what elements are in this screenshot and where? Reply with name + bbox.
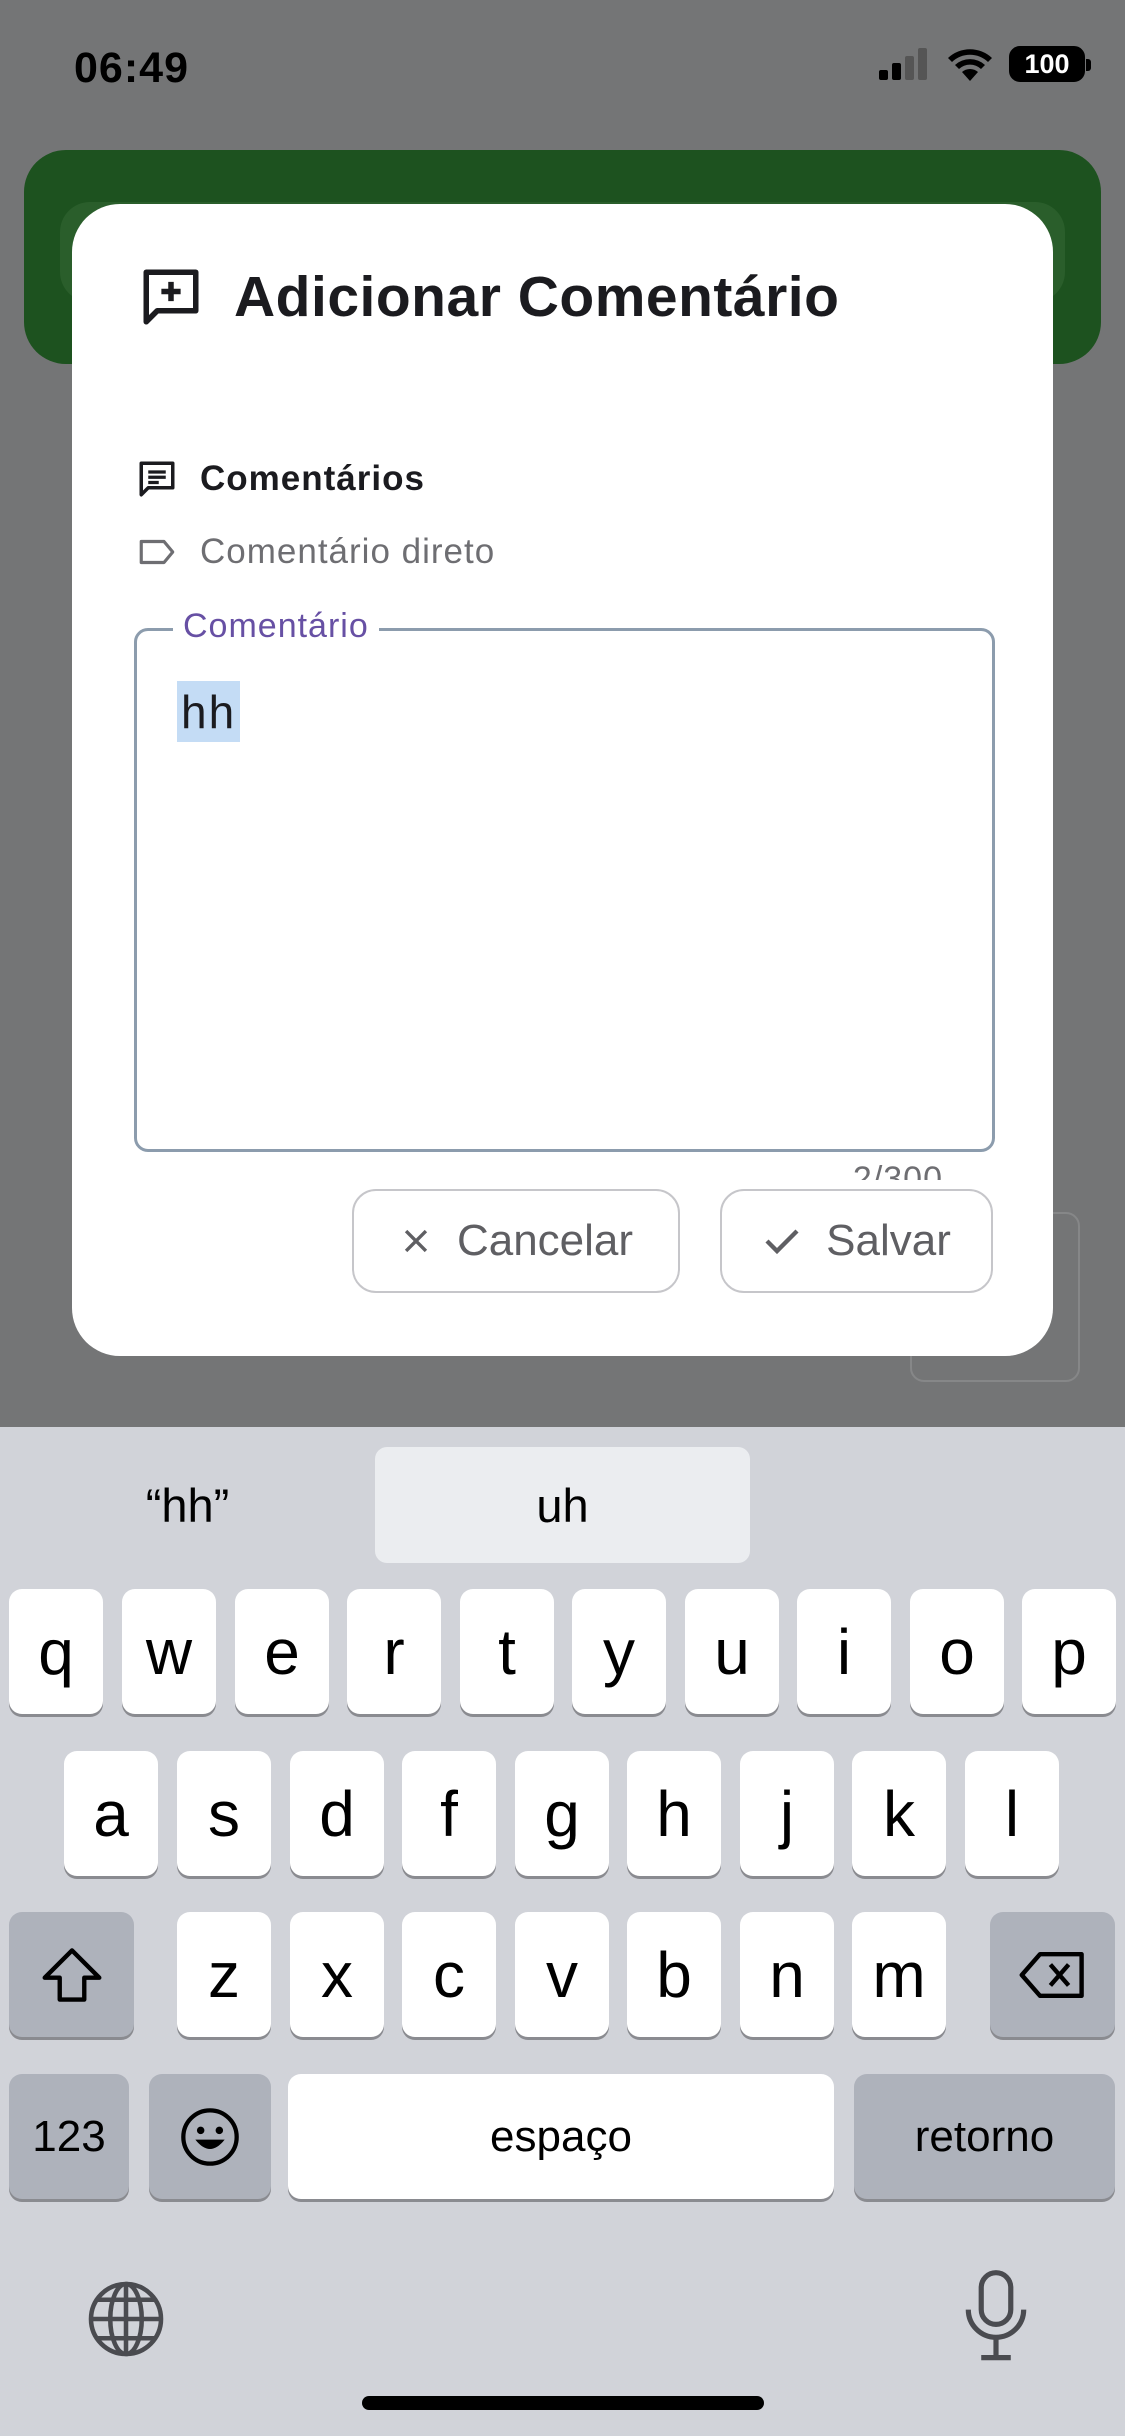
shift-key[interactable]	[9, 1912, 134, 2037]
comment-list-icon	[139, 461, 175, 497]
key-a[interactable]: a	[64, 1751, 158, 1876]
suggestion-2[interactable]: uh	[375, 1447, 750, 1563]
shift-icon	[42, 1947, 101, 2002]
comment-textarea[interactable]: Comentário hh	[134, 607, 995, 1152]
status-icons: 100	[879, 46, 1091, 82]
key-s[interactable]: s	[177, 1751, 271, 1876]
key-k[interactable]: k	[852, 1751, 946, 1876]
emoji-key[interactable]	[149, 2074, 271, 2199]
key-u[interactable]: u	[685, 1589, 779, 1714]
key-j[interactable]: j	[740, 1751, 834, 1876]
dictation-key[interactable]	[958, 2269, 1034, 2370]
label-tag-icon	[139, 539, 175, 565]
comment-field-value[interactable]: hh	[177, 681, 241, 742]
status-time: 06:49	[74, 44, 189, 92]
comment-type-label: Comentário direto	[200, 532, 496, 571]
numbers-key[interactable]: 123	[9, 2074, 129, 2199]
key-f[interactable]: f	[402, 1751, 496, 1876]
add-comment-icon	[143, 269, 199, 325]
key-i[interactable]: i	[797, 1589, 891, 1714]
battery-icon: 100	[1009, 46, 1091, 82]
key-b[interactable]: b	[627, 1912, 721, 2037]
globe-icon	[88, 2281, 164, 2357]
globe-key[interactable]	[84, 2277, 168, 2366]
comments-section-label: Comentários	[200, 459, 425, 498]
suggestion-1[interactable]: “hh”	[0, 1447, 375, 1563]
key-n[interactable]: n	[740, 1912, 834, 2037]
backspace-key[interactable]	[990, 1912, 1115, 2037]
key-c[interactable]: c	[402, 1912, 496, 2037]
key-m[interactable]: m	[852, 1912, 946, 2037]
ios-keyboard: “hh” uh q w e r t y u i o p a s d f g h …	[0, 1427, 1125, 2436]
key-y[interactable]: y	[572, 1589, 666, 1714]
return-key[interactable]: retorno	[854, 2074, 1115, 2199]
key-l[interactable]: l	[965, 1751, 1059, 1876]
comments-section-row: Comentários	[136, 458, 425, 500]
dialog-title: Adicionar Comentário	[234, 265, 840, 329]
backspace-icon	[1019, 1951, 1084, 1998]
key-d[interactable]: d	[290, 1751, 384, 1876]
character-counter: 2/300	[852, 1160, 943, 1180]
key-p[interactable]: p	[1022, 1589, 1116, 1714]
key-t[interactable]: t	[460, 1589, 554, 1714]
wifi-icon	[948, 49, 992, 81]
key-e[interactable]: e	[235, 1589, 329, 1714]
key-v[interactable]: v	[515, 1912, 609, 2037]
emoji-icon	[181, 2107, 239, 2166]
battery-level: 100	[1024, 48, 1070, 79]
comment-type-row: Comentário direto	[136, 531, 495, 573]
check-icon	[762, 1224, 802, 1258]
comment-field-label: Comentário	[173, 607, 379, 646]
microphone-icon	[965, 2270, 1027, 2361]
key-r[interactable]: r	[347, 1589, 441, 1714]
cancel-button[interactable]: Cancelar	[352, 1189, 680, 1293]
dialog-header: Adicionar Comentário	[138, 264, 839, 330]
key-o[interactable]: o	[910, 1589, 1004, 1714]
space-key[interactable]: espaço	[288, 2074, 834, 2199]
close-icon	[399, 1224, 433, 1258]
key-q[interactable]: q	[9, 1589, 103, 1714]
key-h[interactable]: h	[627, 1751, 721, 1876]
save-button-label: Salvar	[826, 1216, 951, 1265]
key-w[interactable]: w	[122, 1589, 216, 1714]
cancel-button-label: Cancelar	[456, 1216, 634, 1265]
save-button[interactable]: Salvar	[720, 1189, 993, 1293]
suggestion-3[interactable]	[750, 1447, 1125, 1563]
home-indicator	[362, 2396, 764, 2410]
key-z[interactable]: z	[177, 1912, 271, 2037]
key-g[interactable]: g	[515, 1751, 609, 1876]
key-x[interactable]: x	[290, 1912, 384, 2037]
signal-icon	[879, 48, 927, 80]
add-comment-dialog: Adicionar Comentário Comentários Comentá…	[72, 204, 1053, 1356]
